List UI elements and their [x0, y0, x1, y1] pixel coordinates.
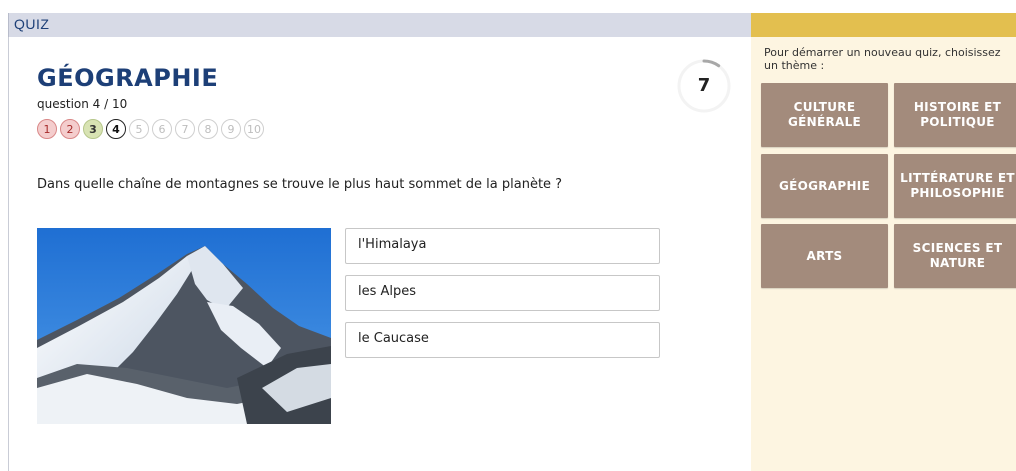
progress-dot-4: 4: [106, 119, 126, 139]
progress-dot-7: 7: [175, 119, 195, 139]
progress-dot-9: 9: [221, 119, 241, 139]
theme-button-arts[interactable]: ARTS: [761, 224, 888, 288]
countdown-timer: 7: [677, 59, 737, 119]
theme-button-culture-generale[interactable]: CULTURE GÉNÉRALE: [761, 83, 888, 147]
answer-option-3[interactable]: le Caucase: [345, 322, 660, 358]
timer-value: 7: [697, 75, 711, 96]
quiz-header-bar: QUIZ: [8, 13, 751, 37]
question-counter: question 4 / 10: [37, 97, 128, 111]
answer-option-1[interactable]: l'Himalaya: [345, 228, 660, 264]
theme-sidebar: Pour démarrer un nouveau quiz, choisisse…: [751, 13, 1016, 471]
progress-dot-1: 1: [37, 119, 57, 139]
progress-dot-10: 10: [244, 119, 264, 139]
progress-dot-6: 6: [152, 119, 172, 139]
theme-button-histoire-politique[interactable]: HISTOIRE ET POLITIQUE: [894, 83, 1016, 147]
progress-dot-2: 2: [60, 119, 80, 139]
sidebar-header-bar: [751, 13, 1016, 37]
question-progress: 1 2 3 4 5 6 7 8 9 10: [37, 119, 264, 139]
quiz-header-label: QUIZ: [14, 16, 50, 32]
progress-dot-3: 3: [83, 119, 103, 139]
question-text: Dans quelle chaîne de montagnes se trouv…: [37, 177, 563, 192]
theme-button-geographie[interactable]: GÉOGRAPHIE: [761, 154, 888, 218]
sidebar-intro-text: Pour démarrer un nouveau quiz, choisisse…: [764, 46, 1001, 72]
page-title: GÉOGRAPHIE: [37, 64, 219, 92]
progress-dot-5: 5: [129, 119, 149, 139]
answer-option-2[interactable]: les Alpes: [345, 275, 660, 311]
theme-button-litterature-philosophie[interactable]: LITTÉRATURE ET PHILOSOPHIE: [894, 154, 1016, 218]
mountain-photo: [37, 228, 331, 424]
answer-list: l'Himalaya les Alpes le Caucase: [345, 228, 660, 369]
main-panel-border: [8, 37, 9, 471]
progress-dot-8: 8: [198, 119, 218, 139]
theme-button-sciences-nature[interactable]: SCIENCES ET NATURE: [894, 224, 1016, 288]
